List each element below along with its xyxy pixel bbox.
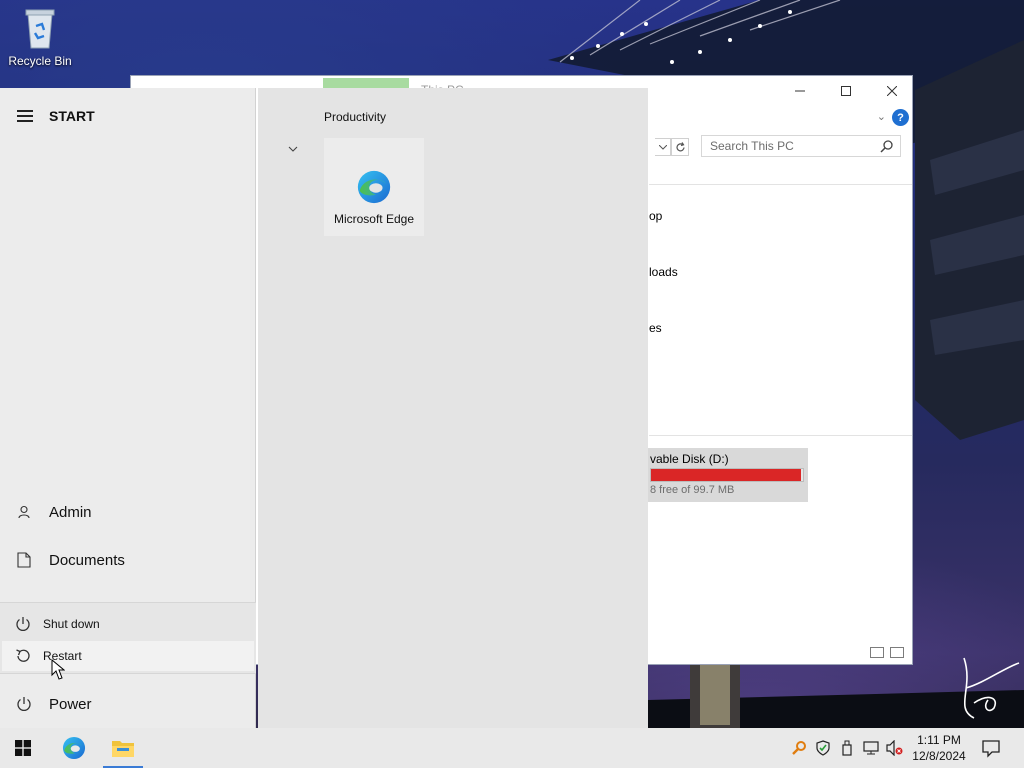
chevron-down-icon (658, 144, 667, 150)
quick-access-desktop[interactable]: op (649, 209, 662, 223)
power-icon (17, 697, 31, 711)
refresh-button[interactable] (671, 138, 689, 156)
restart-icon (16, 649, 30, 662)
minimize-icon (795, 90, 805, 92)
shutdown-label: Shut down (43, 617, 100, 631)
removable-disk-tile[interactable]: vable Disk (D:) 8 free of 99.7 MB (648, 448, 808, 502)
chevron-down-icon[interactable] (286, 142, 300, 156)
taskbar-file-explorer-button[interactable] (100, 728, 146, 768)
power-icon (16, 617, 30, 631)
help-button[interactable]: ? (892, 109, 909, 126)
tile-label: Microsoft Edge (333, 212, 415, 226)
start-menu-left-pane: START Admin Documents Shut down Restart … (0, 88, 256, 728)
document-icon (17, 552, 31, 568)
taskbar-edge-button[interactable] (51, 728, 97, 768)
security-shield-icon[interactable] (814, 739, 832, 757)
drive-name: vable Disk (D:) (650, 452, 729, 466)
tile-group-title[interactable]: Productivity (324, 110, 386, 124)
documents-label: Documents (49, 551, 125, 569)
usb-device-icon[interactable] (838, 739, 856, 757)
start-title: START (49, 108, 95, 124)
power-button[interactable]: Power (0, 684, 256, 724)
maximize-button[interactable] (823, 76, 869, 106)
tray-search-key-icon[interactable] (790, 739, 808, 757)
user-icon (18, 505, 30, 519)
minimize-button[interactable] (777, 76, 823, 106)
explorer-header-separator (649, 184, 912, 185)
quick-access-pictures[interactable]: es (649, 321, 662, 335)
power-label: Power (49, 695, 92, 713)
quick-access-downloads[interactable]: loads (649, 265, 678, 279)
user-account-item[interactable]: Admin (0, 492, 256, 532)
action-center-icon[interactable] (980, 738, 1002, 758)
power-options-flyout: Shut down Restart (0, 602, 256, 674)
shutdown-option[interactable]: Shut down (2, 609, 254, 639)
search-icon[interactable] (880, 139, 894, 153)
network-icon[interactable] (862, 739, 880, 757)
details-view-icon[interactable] (870, 647, 884, 658)
volume-muted-icon[interactable] (886, 739, 904, 757)
user-name: Admin (49, 503, 92, 521)
microsoft-edge-tile[interactable]: Microsoft Edge (324, 138, 424, 236)
drive-usage-bar (650, 468, 804, 482)
taskbar: 1:11 PM 12/8/2024 (0, 728, 1024, 768)
clock-time: 1:11 PM (917, 733, 961, 747)
documents-item[interactable]: Documents (0, 540, 256, 580)
folder-icon (112, 741, 134, 757)
mouse-cursor-icon (51, 659, 65, 680)
edge-icon (62, 736, 86, 760)
start-menu-tiles-pane: Productivity Microsoft Edge (258, 88, 648, 728)
taskbar-clock[interactable]: 1:11 PM 12/8/2024 (908, 732, 970, 764)
edge-icon (357, 170, 391, 204)
signature-watermark (963, 657, 1020, 719)
maximize-icon (841, 86, 851, 96)
drive-usage-fill (651, 469, 802, 481)
drive-free-space: 8 free of 99.7 MB (650, 484, 735, 496)
hamburger-menu-icon[interactable] (17, 110, 33, 122)
section-separator (649, 435, 912, 436)
start-button[interactable] (0, 728, 46, 768)
large-icons-view-icon[interactable] (890, 647, 904, 658)
recycle-bin-shortcut[interactable]: Recycle Bin (4, 6, 76, 76)
search-input[interactable] (702, 136, 886, 156)
ribbon-expand-chevron-icon[interactable]: ⌄ (877, 110, 886, 123)
address-dropdown-button[interactable] (655, 138, 671, 156)
clock-date: 12/8/2024 (912, 749, 966, 763)
recycle-bin-icon (25, 9, 55, 49)
close-icon (887, 86, 897, 96)
close-button[interactable] (869, 76, 915, 106)
windows-logo-icon (15, 740, 31, 756)
refresh-icon (675, 141, 685, 151)
restart-option[interactable]: Restart (2, 641, 254, 671)
search-box[interactable] (701, 135, 901, 157)
recycle-bin-label: Recycle Bin (8, 54, 72, 68)
